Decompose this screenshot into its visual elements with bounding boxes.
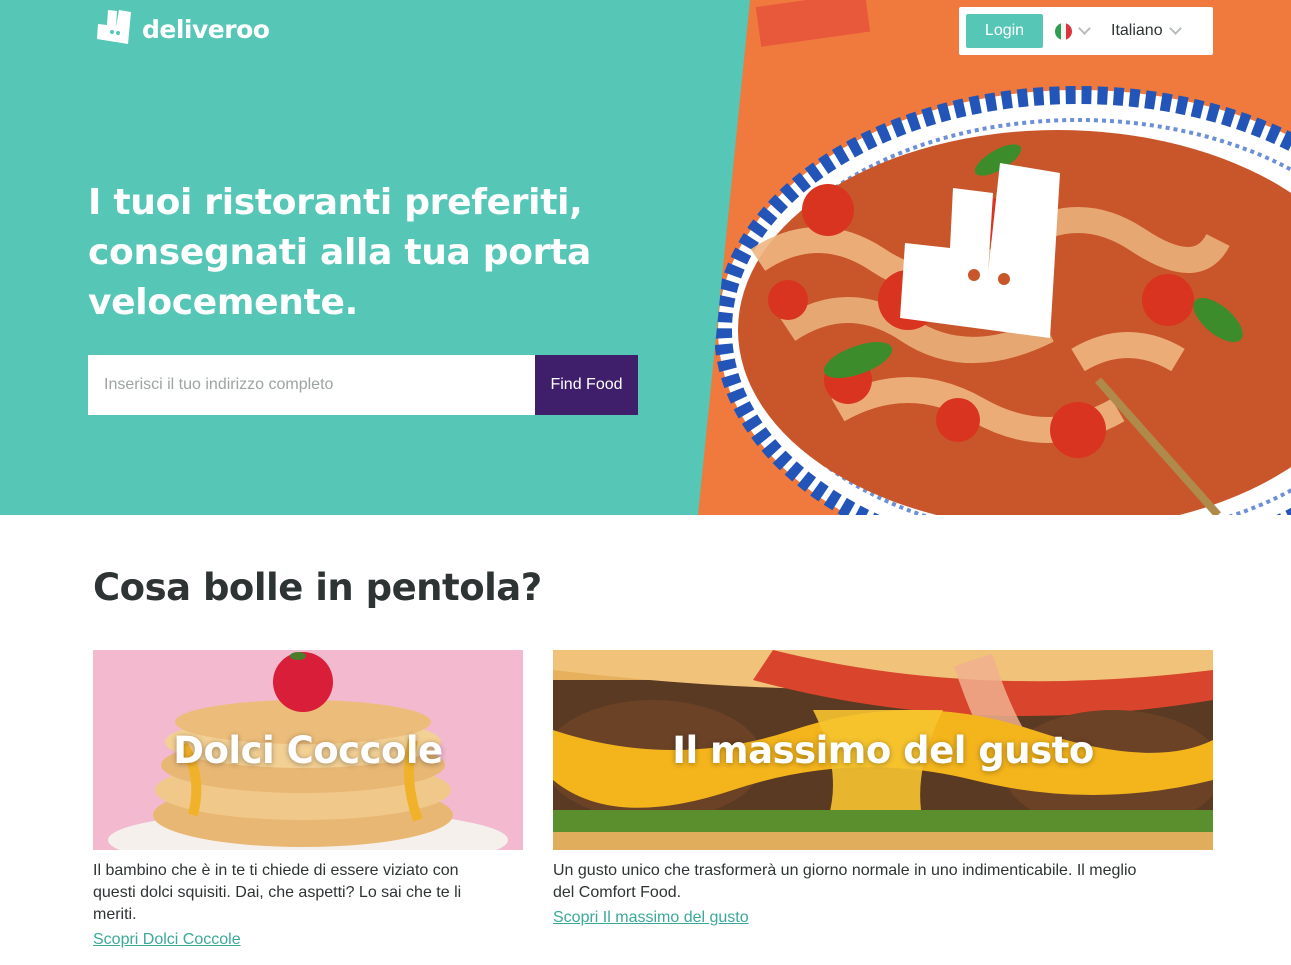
section-title: Cosa bolle in pentola? bbox=[93, 566, 542, 609]
hero-food-image bbox=[698, 0, 1291, 515]
card-title: Dolci Coccole bbox=[173, 728, 443, 772]
header-controls: Login Italiano bbox=[959, 7, 1213, 55]
hero-headline: I tuoi ristoranti preferiti, consegnati … bbox=[88, 182, 592, 323]
language-select[interactable]: Italiano bbox=[1111, 22, 1182, 40]
italy-flag-icon bbox=[1055, 22, 1072, 40]
kangaroo-logo-icon bbox=[97, 10, 131, 44]
address-search: Find Food bbox=[88, 355, 638, 415]
collection-card: Il massimo del gusto Un gusto unico che … bbox=[553, 650, 1213, 927]
card-image-pancakes[interactable]: Dolci Coccole bbox=[93, 650, 523, 850]
logo-text: deliveroo bbox=[142, 14, 270, 44]
card-link[interactable]: Scopri Dolci Coccole bbox=[93, 931, 241, 949]
chevron-down-icon bbox=[1078, 22, 1091, 35]
card-title: Il massimo del gusto bbox=[672, 728, 1094, 772]
login-button[interactable]: Login bbox=[966, 14, 1043, 48]
language-label: Italiano bbox=[1111, 22, 1163, 39]
collection-card: Dolci Coccole Il bambino che è in te ti … bbox=[93, 650, 523, 949]
card-image-burger[interactable]: Il massimo del gusto bbox=[553, 650, 1213, 850]
card-description: Il bambino che è in te ti chiede di esse… bbox=[93, 862, 462, 923]
address-input[interactable] bbox=[88, 355, 535, 415]
card-link[interactable]: Scopri Il massimo del gusto bbox=[553, 909, 749, 927]
card-description: Un gusto unico che trasformerà un giorno… bbox=[553, 862, 1137, 901]
deliveroo-logo[interactable]: deliveroo bbox=[94, 8, 270, 50]
hero-banner: deliveroo Login Italiano I tuoi ristoran… bbox=[0, 0, 1291, 515]
country-select[interactable] bbox=[1055, 22, 1091, 40]
chevron-down-icon bbox=[1168, 22, 1182, 35]
find-food-button[interactable]: Find Food bbox=[535, 355, 638, 415]
